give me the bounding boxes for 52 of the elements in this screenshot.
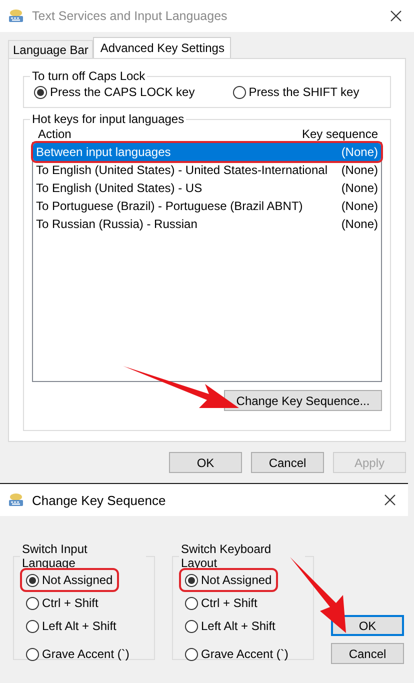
column-header: Action bbox=[38, 127, 72, 141]
change-key-sequence-button[interactable]: Change Key Sequence... bbox=[224, 390, 382, 411]
sequence-text: (None) bbox=[341, 181, 378, 195]
radio-label: Ctrl + Shift bbox=[201, 596, 258, 610]
window-title: Change Key Sequence bbox=[32, 492, 167, 508]
keyboard-icon bbox=[8, 492, 24, 508]
radio-label: Left Alt + Shift bbox=[201, 619, 276, 633]
list-row[interactable]: To Portuguese (Brazil) - Portuguese (Brazil ABNT) (None) bbox=[33, 197, 381, 215]
list-row[interactable]: To Russian (Russia) - Russian (None) bbox=[33, 215, 381, 233]
close-icon[interactable] bbox=[390, 10, 402, 22]
radio-button[interactable] bbox=[232, 86, 246, 98]
radio-button[interactable] bbox=[185, 596, 198, 610]
dialog-button[interactable]: Cancel bbox=[251, 452, 324, 473]
close-icon[interactable] bbox=[384, 494, 396, 506]
group-title: To turn off Caps Lock bbox=[31, 69, 146, 83]
keyboard-icon bbox=[8, 8, 24, 24]
action-text: To Russian (Russia) - Russian bbox=[36, 217, 198, 231]
action-text: Between input languages bbox=[36, 145, 171, 159]
column-header: Key sequence bbox=[302, 127, 378, 141]
sequence-text: (None) bbox=[341, 163, 378, 177]
action-text: To English (United States) - US bbox=[36, 181, 202, 195]
radio-button[interactable] bbox=[26, 620, 39, 632]
sequence-text: (None) bbox=[341, 217, 378, 231]
radio-label: Press the SHIFT key bbox=[248, 85, 360, 99]
radio-button[interactable] bbox=[185, 620, 198, 632]
action-text: To English (United States) - United States-International bbox=[36, 163, 328, 177]
radio-button[interactable] bbox=[26, 648, 39, 660]
sequence-text: (None) bbox=[341, 199, 378, 213]
radio-label: Ctrl + Shift bbox=[42, 596, 98, 610]
list-row[interactable]: To English (United States) - United States-International (None) bbox=[33, 161, 381, 179]
group-title: Hot keys for input languages bbox=[31, 112, 186, 126]
tab[interactable]: Advanced Key Settings bbox=[93, 37, 232, 58]
list-row[interactable]: To English (United States) - US (None) bbox=[33, 179, 381, 197]
dialog-button[interactable]: OK bbox=[169, 452, 242, 473]
radio-button[interactable] bbox=[26, 596, 39, 610]
window-title: Text Services and Input Languages bbox=[32, 9, 228, 23]
radio-label: Not Assigned bbox=[42, 573, 113, 587]
radio-label: Not Assigned bbox=[201, 573, 272, 587]
radio-button[interactable] bbox=[34, 86, 47, 98]
list-row[interactable]: Between input languages (None) bbox=[33, 143, 381, 161]
radio-label: Grave Accent (`) bbox=[201, 647, 288, 661]
tab[interactable]: Language Bar bbox=[8, 40, 94, 58]
action-text: To Portuguese (Brazil) - Portuguese (Brazil ABNT) bbox=[36, 199, 303, 213]
sequence-text: (None) bbox=[341, 145, 378, 159]
radio-label: Left Alt + Shift bbox=[42, 619, 116, 633]
radio-button[interactable] bbox=[185, 574, 198, 586]
radio-label: Press the CAPS LOCK key bbox=[50, 85, 195, 99]
radio-button[interactable] bbox=[26, 574, 39, 586]
radio-label: Grave Accent (`) bbox=[42, 647, 130, 661]
group-title: Switch Keyboard Layout bbox=[180, 542, 272, 570]
radio-button[interactable] bbox=[185, 648, 198, 660]
dialog-button[interactable]: Cancel bbox=[331, 643, 404, 664]
